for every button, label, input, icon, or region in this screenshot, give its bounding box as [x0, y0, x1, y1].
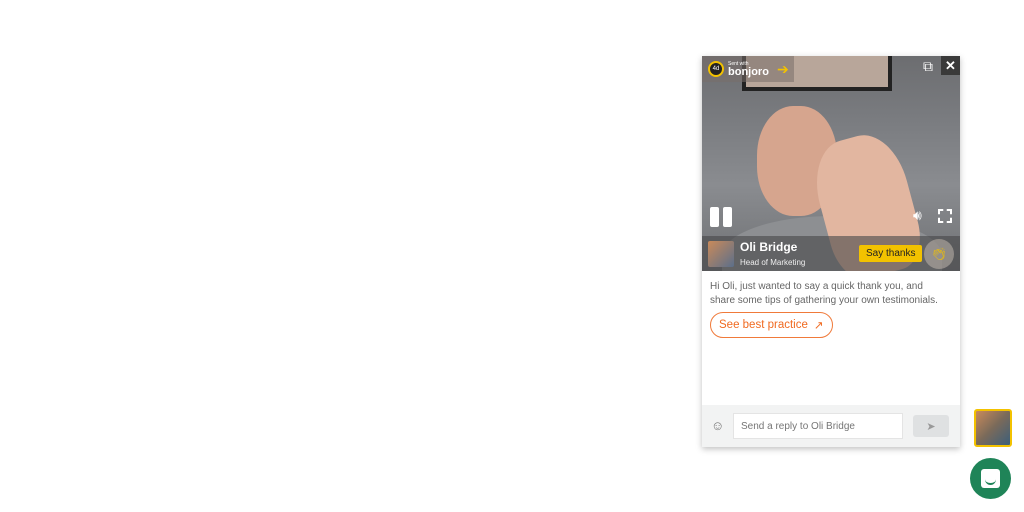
- minimized-video-avatar[interactable]: [974, 409, 1012, 447]
- close-button[interactable]: ✕: [941, 56, 960, 75]
- chat-icon: [981, 469, 1000, 488]
- video-message-widget: 4d Sent with bonjoro ➔ ⧉ ✕ 🔊︎ Oli Bridge …: [702, 56, 960, 447]
- sender-bar: Oli Bridge Head of Marketing Say thanks …: [702, 236, 960, 271]
- pause-button[interactable]: [710, 207, 732, 227]
- volume-icon[interactable]: 🔊︎: [913, 207, 922, 224]
- sender-avatar: [708, 241, 734, 267]
- emoji-icon[interactable]: ☺: [711, 418, 724, 433]
- external-link-icon: ↗: [813, 320, 824, 332]
- popout-icon[interactable]: ⧉: [923, 58, 933, 75]
- video-player[interactable]: 4d Sent with bonjoro ➔ ⧉ ✕ 🔊︎ Oli Bridge …: [702, 56, 960, 271]
- see-best-practice-button[interactable]: See best practice ↗: [710, 312, 833, 338]
- bonjoro-logo-icon: 4d: [708, 61, 724, 77]
- clap-button[interactable]: 👏︎: [924, 239, 954, 269]
- message-text: Hi Oli, just wanted to say a quick thank…: [710, 281, 938, 306]
- sender-name: Oli Bridge: [740, 240, 798, 254]
- say-thanks-tooltip: Say thanks: [859, 245, 923, 262]
- bonjoro-brand-link[interactable]: 4d Sent with bonjoro ➔: [702, 56, 794, 82]
- sender-role: Head of Marketing: [740, 258, 806, 267]
- cta-label: See best practice: [719, 319, 808, 331]
- fullscreen-icon[interactable]: [938, 209, 952, 223]
- chat-launcher-button[interactable]: [970, 458, 1011, 499]
- send-button[interactable]: ➤: [913, 415, 949, 437]
- send-icon: ➤: [926, 420, 936, 433]
- reply-bar: ☺ ➤: [702, 405, 960, 447]
- brand-name: bonjoro: [728, 66, 769, 78]
- reply-input[interactable]: [733, 413, 903, 439]
- arrow-right-icon: ➔: [776, 60, 789, 77]
